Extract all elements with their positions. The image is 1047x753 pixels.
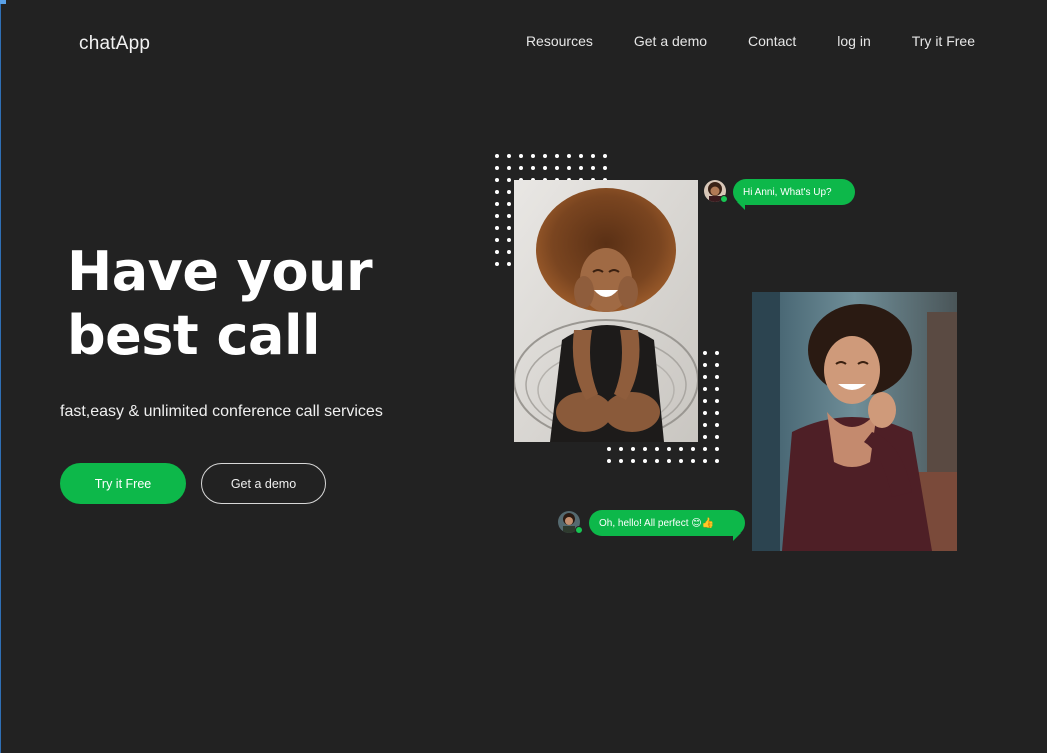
hero-title: Have your best call [67, 240, 427, 368]
top-nav: Resources Get a demo Contact log in Try … [526, 33, 975, 49]
chat-message-1: Hi Anni, What's Up? [743, 186, 832, 198]
chat-bubble-1: Hi Anni, What's Up? [733, 179, 855, 210]
chat-bubble-2: Oh, hello! All perfect 😊👍 [589, 510, 745, 541]
online-status-icon [575, 526, 583, 534]
nav-contact[interactable]: Contact [748, 33, 796, 49]
hero-title-line1: Have your [67, 240, 373, 303]
hero-title-line2: best call [67, 304, 321, 367]
chat-message-2: Oh, hello! All perfect 😊👍 [599, 517, 715, 529]
try-it-free-button[interactable]: Try it Free [60, 463, 186, 504]
photo-woman-afro [514, 180, 698, 442]
nav-resources[interactable]: Resources [526, 33, 593, 49]
get-a-demo-button[interactable]: Get a demo [201, 463, 326, 504]
brand-logo[interactable]: chatApp [79, 33, 150, 55]
nav-try-it-free[interactable]: Try it Free [912, 33, 975, 49]
hero-subtitle: fast,easy & unlimited conference call se… [60, 403, 383, 420]
bubble-tail [733, 533, 741, 541]
nav-log-in[interactable]: log in [837, 33, 870, 49]
window-edge [0, 0, 1, 753]
bubble-tail [737, 202, 745, 210]
nav-get-a-demo[interactable]: Get a demo [634, 33, 707, 49]
photo-woman-burgundy [752, 292, 957, 551]
window-corner [0, 0, 6, 4]
online-status-icon [720, 195, 728, 203]
